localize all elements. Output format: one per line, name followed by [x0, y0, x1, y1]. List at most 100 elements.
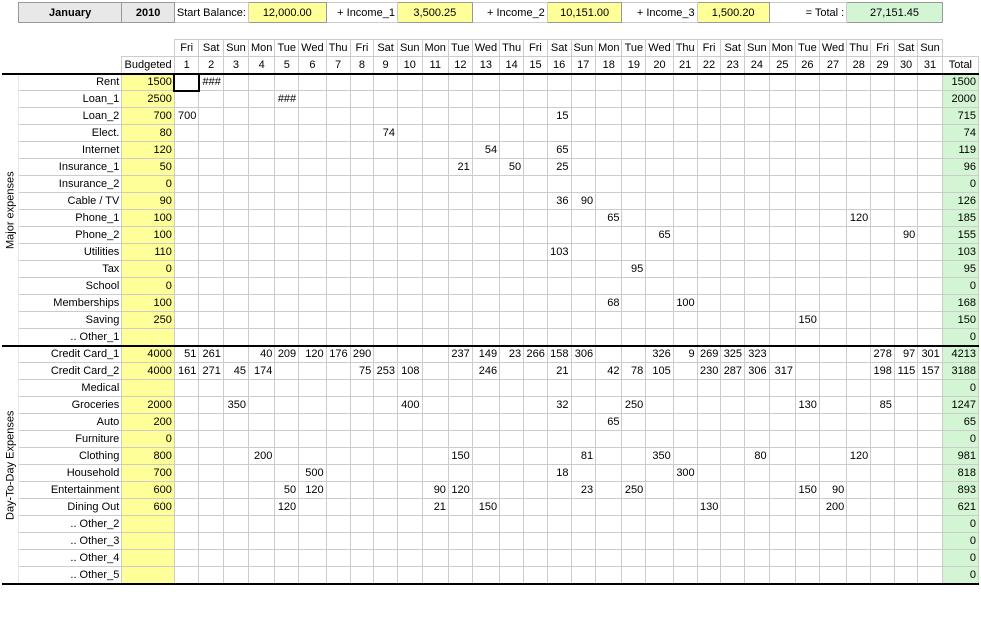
cell-Insurance_1-10[interactable] [397, 159, 422, 176]
cell-Insurance_1-17[interactable] [571, 159, 596, 176]
cell-Credit Card_1-9[interactable] [374, 346, 398, 363]
budget-.. Other_4[interactable] [122, 550, 175, 567]
cell-Credit Card_2-16[interactable]: 21 [547, 363, 571, 380]
budget-Tax[interactable]: 0 [122, 261, 175, 278]
budget-Dining Out[interactable]: 600 [122, 499, 175, 516]
cell-Memberships-26[interactable] [796, 295, 820, 312]
cell-Rent-5[interactable] [275, 74, 299, 91]
cell-Utilities-24[interactable] [745, 244, 770, 261]
label-Cable / TV[interactable]: Cable / TV [19, 193, 122, 210]
cell-Household-6[interactable]: 500 [299, 465, 326, 482]
cell-Insurance_1-5[interactable] [275, 159, 299, 176]
cell-.. Other_4-2[interactable] [199, 550, 224, 567]
cell-Saving-31[interactable] [918, 312, 943, 329]
cell-Phone_1-27[interactable] [819, 210, 846, 227]
label-.. Other_3[interactable]: .. Other_3 [19, 533, 122, 550]
cell-Saving-8[interactable] [350, 312, 374, 329]
cell-Clothing-16[interactable] [547, 448, 571, 465]
cell-Groceries-19[interactable]: 250 [622, 397, 646, 414]
cell-Insurance_1-11[interactable] [422, 159, 448, 176]
cell-School-14[interactable] [500, 278, 524, 295]
cell-Entertainment-29[interactable] [871, 482, 895, 499]
cell-Medical-29[interactable] [871, 380, 895, 397]
cell-Rent-27[interactable] [819, 74, 846, 91]
hdr-start_balance[interactable]: 12,000.00 [248, 3, 326, 23]
cell-School-7[interactable] [326, 278, 350, 295]
cell-Elect.-20[interactable] [646, 125, 673, 142]
cell-.. Other_1-5[interactable] [275, 329, 299, 346]
cell-Elect.-15[interactable] [524, 125, 548, 142]
cell-Furniture-28[interactable] [847, 431, 871, 448]
cell-Loan_2-7[interactable] [326, 108, 350, 125]
cell-.. Other_5-19[interactable] [622, 567, 646, 584]
cell-Saving-19[interactable] [622, 312, 646, 329]
cell-Medical-4[interactable] [248, 380, 274, 397]
cell-Dining Out-25[interactable] [769, 499, 795, 516]
cell-Phone_2-17[interactable] [571, 227, 596, 244]
cell-Loan_1-24[interactable] [745, 91, 770, 108]
cell-Memberships-18[interactable]: 68 [596, 295, 622, 312]
cell-Medical-27[interactable] [819, 380, 846, 397]
cell-Loan_1-22[interactable] [697, 91, 721, 108]
cell-.. Other_4-7[interactable] [326, 550, 350, 567]
cell-Tax-27[interactable] [819, 261, 846, 278]
cell-Credit Card_2-15[interactable] [524, 363, 548, 380]
cell-.. Other_4-15[interactable] [524, 550, 548, 567]
cell-.. Other_5-24[interactable] [745, 567, 770, 584]
budget-Phone_1[interactable]: 100 [122, 210, 175, 227]
cell-Tax-21[interactable] [673, 261, 697, 278]
cell-.. Other_1-11[interactable] [422, 329, 448, 346]
cell-Saving-30[interactable] [894, 312, 917, 329]
cell-Auto-24[interactable] [745, 414, 770, 431]
cell-Furniture-18[interactable] [596, 431, 622, 448]
cell-Memberships-2[interactable] [199, 295, 224, 312]
cell-Loan_2-3[interactable] [223, 108, 248, 125]
cell-Clothing-17[interactable]: 81 [571, 448, 596, 465]
cell-Phone_2-6[interactable] [299, 227, 326, 244]
cell-Loan_1-4[interactable] [248, 91, 274, 108]
cell-.. Other_2-7[interactable] [326, 516, 350, 533]
label-.. Other_4[interactable]: .. Other_4 [19, 550, 122, 567]
label-.. Other_1[interactable]: .. Other_1 [19, 329, 122, 346]
cell-Utilities-3[interactable] [223, 244, 248, 261]
cell-Rent-1[interactable] [174, 74, 199, 91]
cell-Auto-29[interactable] [871, 414, 895, 431]
cell-Insurance_2-12[interactable] [448, 176, 472, 193]
cell-Credit Card_2-30[interactable]: 115 [894, 363, 917, 380]
cell-Dining Out-1[interactable] [174, 499, 199, 516]
cell-Auto-6[interactable] [299, 414, 326, 431]
cell-Internet-13[interactable]: 54 [472, 142, 499, 159]
cell-Saving-21[interactable] [673, 312, 697, 329]
label-.. Other_2[interactable]: .. Other_2 [19, 516, 122, 533]
cell-.. Other_1-2[interactable] [199, 329, 224, 346]
cell-Loan_1-20[interactable] [646, 91, 673, 108]
cell-.. Other_1-26[interactable] [796, 329, 820, 346]
cell-School-12[interactable] [448, 278, 472, 295]
cell-.. Other_4-23[interactable] [721, 550, 745, 567]
cell-School-9[interactable] [374, 278, 398, 295]
cell-Medical-19[interactable] [622, 380, 646, 397]
cell-Clothing-5[interactable] [275, 448, 299, 465]
cell-Phone_1-5[interactable] [275, 210, 299, 227]
cell-.. Other_5-12[interactable] [448, 567, 472, 584]
cell-Furniture-23[interactable] [721, 431, 745, 448]
cell-Cable / TV-23[interactable] [721, 193, 745, 210]
cell-Credit Card_1-27[interactable] [819, 346, 846, 363]
cell-Tax-16[interactable] [547, 261, 571, 278]
cell-Rent-31[interactable] [918, 74, 943, 91]
cell-Credit Card_2-4[interactable]: 174 [248, 363, 274, 380]
cell-Internet-29[interactable] [871, 142, 895, 159]
cell-School-24[interactable] [745, 278, 770, 295]
cell-Cable / TV-11[interactable] [422, 193, 448, 210]
cell-Medical-23[interactable] [721, 380, 745, 397]
cell-.. Other_2-8[interactable] [350, 516, 374, 533]
cell-Insurance_1-31[interactable] [918, 159, 943, 176]
cell-Insurance_1-7[interactable] [326, 159, 350, 176]
cell-.. Other_2-31[interactable] [918, 516, 943, 533]
cell-.. Other_3-4[interactable] [248, 533, 274, 550]
budget-Insurance_2[interactable]: 0 [122, 176, 175, 193]
cell-Loan_2-11[interactable] [422, 108, 448, 125]
cell-Auto-15[interactable] [524, 414, 548, 431]
cell-Auto-26[interactable] [796, 414, 820, 431]
cell-Insurance_1-3[interactable] [223, 159, 248, 176]
